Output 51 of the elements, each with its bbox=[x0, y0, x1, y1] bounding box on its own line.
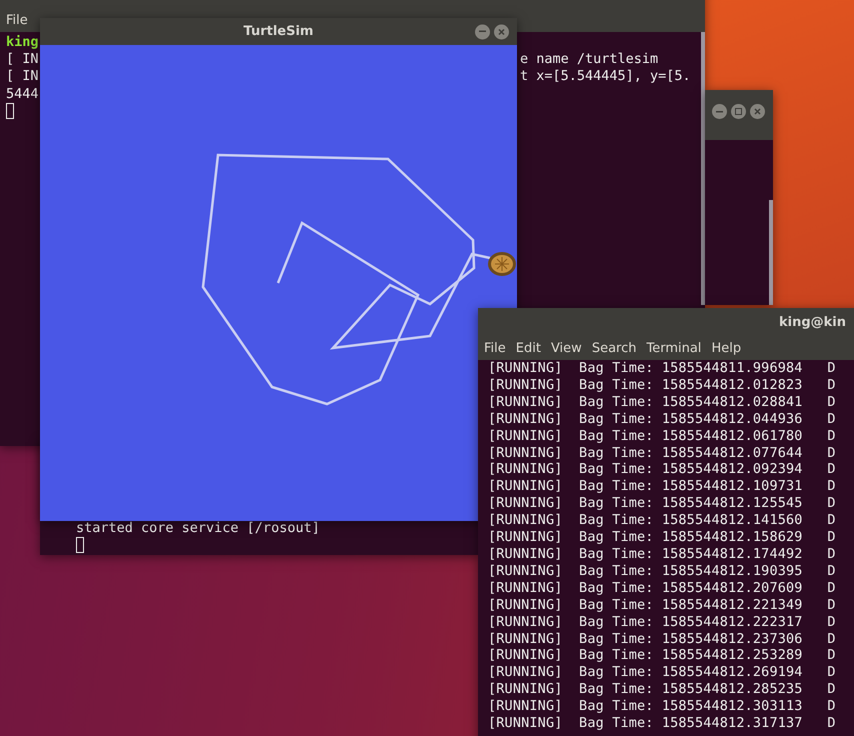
terminal-line: [RUNNING] Bag Time: 1585544812.044936 D bbox=[488, 410, 837, 428]
menu-item[interactable]: Terminal bbox=[646, 340, 702, 356]
terminal-line: [RUNNING] Bag Time: 1585544812.317137 D bbox=[488, 715, 837, 732]
terminal-line: [RUNNING] Bag Time: 1585544812.221349 D bbox=[488, 596, 837, 614]
close-button[interactable] bbox=[494, 24, 509, 39]
window-title: king@kin bbox=[778, 314, 846, 330]
terminal-line: [RUNNING] Bag Time: 1585544812.109731 D bbox=[488, 478, 837, 496]
close-icon bbox=[498, 28, 505, 35]
terminal-line: king bbox=[6, 34, 39, 52]
text-cursor bbox=[6, 102, 14, 119]
window-title: TurtleSim bbox=[244, 24, 314, 39]
terminal-line: [RUNNING] Bag Time: 1585544812.303113 D bbox=[488, 698, 837, 716]
terminal-line: [RUNNING] Bag Time: 1585544812.285235 D bbox=[488, 681, 837, 698]
turtle-icon bbox=[488, 252, 516, 276]
menu-item[interactable]: Help bbox=[711, 340, 742, 356]
menu-item[interactable]: Edit bbox=[516, 340, 541, 356]
terminal-line: [ IN bbox=[6, 51, 39, 68]
minimize-icon bbox=[479, 30, 486, 32]
menu-item[interactable]: View bbox=[550, 340, 582, 356]
terminal-line: [RUNNING] Bag Time: 1585544812.125545 D bbox=[488, 495, 837, 512]
minimize-icon bbox=[716, 110, 723, 112]
terminal-line: [RUNNING] Bag Time: 1585544812.092394 D bbox=[488, 461, 837, 478]
text-cursor bbox=[76, 537, 84, 554]
minimize-button[interactable] bbox=[475, 24, 490, 39]
close-button[interactable] bbox=[750, 104, 765, 119]
terminal-line: [RUNNING] Bag Time: 1585544812.012823 D bbox=[488, 376, 837, 394]
terminal-line: [RUNNING] Bag Time: 1585544812.190395 D bbox=[488, 562, 837, 580]
terminal-line: [ IN bbox=[6, 68, 39, 86]
terminal-line: [RUNNING] Bag Time: 1585544812.158629 D bbox=[488, 529, 837, 546]
terminal-line: [RUNNING] Bag Time: 1585544812.141560 D bbox=[488, 512, 837, 530]
menu-item[interactable]: File bbox=[6, 12, 28, 28]
terminal-line: [RUNNING] Bag Time: 1585544812.237306 D bbox=[488, 630, 837, 648]
terminal-line: started core service [/rosout] bbox=[76, 520, 321, 538]
terminal-line: e name /turtlesim bbox=[520, 51, 660, 68]
maximize-icon bbox=[735, 108, 742, 115]
terminal-line: [RUNNING] Bag Time: 1585544812.061780 D bbox=[488, 428, 837, 445]
terminal-line: t x=[5.544445], y=[5. bbox=[520, 68, 691, 86]
minimize-button[interactable] bbox=[712, 104, 727, 119]
terminal-line: [RUNNING] Bag Time: 1585544812.253289 D bbox=[488, 647, 837, 664]
terminal-line: [RUNNING] Bag Time: 1585544812.174492 D bbox=[488, 546, 837, 563]
terminal-line: [RUNNING] Bag Time: 1585544812.269194 D bbox=[488, 664, 837, 682]
terminal-line: [RUNNING] Bag Time: 1585544812.077644 D bbox=[488, 444, 837, 462]
menu-item[interactable]: File bbox=[484, 340, 506, 356]
close-icon bbox=[754, 108, 761, 115]
terminal-line: [RUNNING] Bag Time: 1585544812.028841 D bbox=[488, 394, 837, 411]
terminal-line: [RUNNING] Bag Time: 1585544812.207609 D bbox=[488, 580, 837, 597]
terminal-line: [RUNNING] Bag Time: 1585544811.996984 D bbox=[488, 360, 837, 377]
terminal-line: 5444 bbox=[6, 86, 39, 103]
maximize-button[interactable] bbox=[731, 104, 746, 119]
menu-item[interactable]: Search bbox=[592, 340, 636, 356]
terminal-line: [RUNNING] Bag Time: 1585544812.222317 D bbox=[488, 614, 837, 630]
